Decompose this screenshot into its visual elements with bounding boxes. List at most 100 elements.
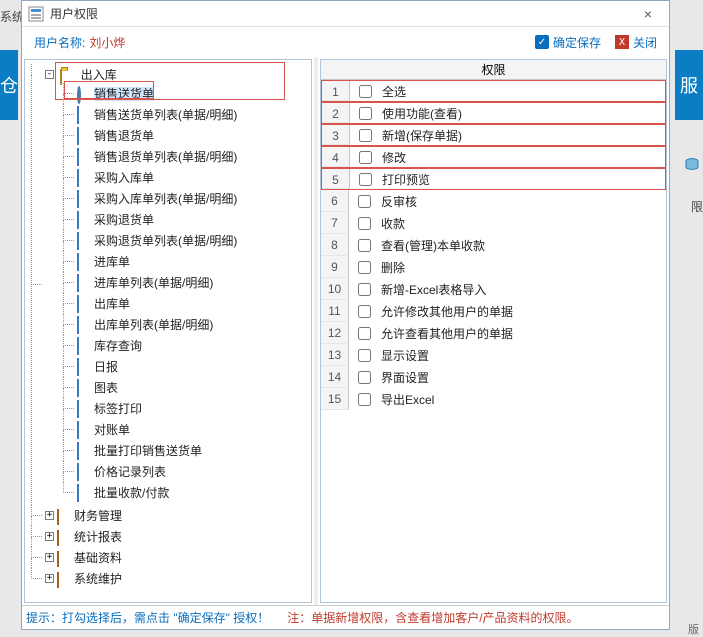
tree-item[interactable]: 采购入库单 xyxy=(63,167,311,188)
permission-checkbox[interactable] xyxy=(359,85,372,98)
tree-item[interactable]: 对账单 xyxy=(63,419,311,440)
tree-item[interactable]: 采购入库单列表(单据/明细) xyxy=(63,188,311,209)
tree-item[interactable]: 图表 xyxy=(63,377,311,398)
row-index: 7 xyxy=(321,212,349,234)
row-index: 9 xyxy=(321,256,349,278)
expand-toggle[interactable]: + xyxy=(45,532,54,541)
permission-row: 15导出Excel xyxy=(321,388,666,410)
tree-item[interactable]: 批量打印销售送货单 xyxy=(63,440,311,461)
document-icon xyxy=(77,337,79,355)
tree-module[interactable]: +财务管理 xyxy=(31,505,311,526)
permission-checkbox[interactable] xyxy=(358,239,371,252)
tree-item-label: 进库单列表(单据/明细) xyxy=(94,276,213,290)
document-icon xyxy=(77,169,79,187)
tree-item[interactable]: 出库单 xyxy=(63,293,311,314)
module-tree-panel[interactable]: - 出入库 销售送货单销售送货单列表(单据/明细)销售退货单销售退货单列表(单据… xyxy=(24,59,312,603)
row-index: 2 xyxy=(322,103,350,123)
tree-item-label: 标签打印 xyxy=(94,402,142,416)
tree-item-label: 采购退货单列表(单据/明细) xyxy=(94,234,237,248)
toolbar: 用户名称: 刘小烨 ✓ 确定保存 X 关闭 xyxy=(22,27,669,57)
permission-header: 权限 xyxy=(321,60,666,80)
bg-blue-right: 服 xyxy=(675,50,703,120)
tree-root[interactable]: - 出入库 销售送货单销售送货单列表(单据/明细)销售退货单销售退货单列表(单据… xyxy=(31,64,311,505)
permission-label: 修改 xyxy=(380,149,665,166)
user-name-value: 刘小烨 xyxy=(89,34,125,51)
row-index: 11 xyxy=(321,300,349,322)
tree-item[interactable]: 标签打印 xyxy=(63,398,311,419)
permission-panel: 权限 1全选2使用功能(查看)3新增(保存单据)4修改5打印预览6反审核7收款8… xyxy=(320,59,667,603)
app-icon xyxy=(28,6,44,22)
permission-checkbox[interactable] xyxy=(358,393,371,406)
permission-list: 1全选2使用功能(查看)3新增(保存单据)4修改5打印预览6反审核7收款8查看(… xyxy=(321,80,666,602)
permission-checkbox[interactable] xyxy=(359,129,372,142)
tree-item[interactable]: 销售送货单 xyxy=(63,83,311,104)
tree-item[interactable]: 库存查询 xyxy=(63,335,311,356)
tree-item[interactable]: 采购退货单列表(单据/明细) xyxy=(63,230,311,251)
permission-checkbox[interactable] xyxy=(358,349,371,362)
row-index: 10 xyxy=(321,278,349,300)
document-icon xyxy=(77,358,79,376)
document-icon xyxy=(77,421,79,439)
row-index: 14 xyxy=(321,366,349,388)
tree-item[interactable]: 价格记录列表 xyxy=(63,461,311,482)
tree-item[interactable]: 进库单 xyxy=(63,251,311,272)
tree-item-label: 基础资料 xyxy=(74,551,122,565)
permission-checkbox[interactable] xyxy=(358,261,371,274)
permission-label: 收款 xyxy=(379,215,666,232)
tree-item[interactable]: 销售退货单列表(单据/明细) xyxy=(63,146,311,167)
save-button[interactable]: ✓ 确定保存 xyxy=(533,33,601,51)
tree-item-label: 销售退货单列表(单据/明细) xyxy=(94,150,237,164)
tree-item-label: 销售退货单 xyxy=(94,129,154,143)
tree-module[interactable]: +统计报表 xyxy=(31,526,311,547)
save-icon: ✓ xyxy=(533,33,551,51)
tree-item[interactable]: 销售送货单列表(单据/明细) xyxy=(63,104,311,125)
expand-toggle[interactable]: + xyxy=(45,553,54,562)
expand-toggle[interactable]: + xyxy=(45,511,54,520)
document-icon xyxy=(77,148,79,166)
close-button[interactable]: X 关闭 xyxy=(613,33,657,51)
tree-item[interactable]: 批量收款/付款 xyxy=(63,482,311,503)
permission-label: 允许查看其他用户的单据 xyxy=(379,325,666,342)
row-index: 1 xyxy=(322,81,350,101)
permission-row: 13显示设置 xyxy=(321,344,666,366)
titlebar: 用户权限 × xyxy=(22,1,669,27)
permission-label: 全选 xyxy=(380,83,665,100)
permission-checkbox[interactable] xyxy=(358,283,371,296)
expand-toggle[interactable]: - xyxy=(45,70,54,79)
tree-item[interactable]: 出库单列表(单据/明细) xyxy=(63,314,311,335)
permission-checkbox[interactable] xyxy=(359,107,372,120)
permission-checkbox[interactable] xyxy=(358,305,371,318)
tree-module[interactable]: + 基础资料 xyxy=(31,547,311,568)
permission-row: 1 全选 xyxy=(321,80,666,102)
tree-item-label: 采购退货单 xyxy=(94,213,154,227)
document-icon xyxy=(77,295,79,313)
permission-checkbox[interactable] xyxy=(358,371,371,384)
tree-item[interactable]: 销售退货单 xyxy=(63,125,311,146)
permission-row: 12允许查看其他用户的单据 xyxy=(321,322,666,344)
permission-label: 使用功能(查看) xyxy=(380,105,665,122)
document-icon xyxy=(77,400,79,418)
tree-item-label: 库存查询 xyxy=(94,339,142,353)
permission-checkbox[interactable] xyxy=(358,195,371,208)
window-close-button[interactable]: × xyxy=(633,6,663,22)
permission-checkbox[interactable] xyxy=(359,151,372,164)
expand-toggle[interactable]: + xyxy=(45,574,54,583)
permission-checkbox[interactable] xyxy=(358,327,371,340)
tree-module[interactable]: +系统维护 xyxy=(31,568,311,589)
permission-label: 打印预览 xyxy=(380,171,665,188)
module-tree: - 出入库 销售送货单销售送货单列表(单据/明细)销售退货单销售退货单列表(单据… xyxy=(25,60,311,593)
permission-row: 11允许修改其他用户的单据 xyxy=(321,300,666,322)
permission-checkbox[interactable] xyxy=(358,217,371,230)
permission-label: 删除 xyxy=(379,259,666,276)
permission-label: 反审核 xyxy=(379,193,666,210)
user-permission-window: 用户权限 × 用户名称: 刘小烨 ✓ 确定保存 X 关闭 - 出入库 销售送货单… xyxy=(21,0,670,630)
splitter[interactable] xyxy=(314,57,318,605)
tree-item[interactable]: 进库单列表(单据/明细) xyxy=(63,272,311,293)
permission-checkbox[interactable] xyxy=(359,173,372,186)
tree-item[interactable]: 采购退货单 xyxy=(63,209,311,230)
document-icon xyxy=(77,106,79,124)
tree-item[interactable]: 日报 xyxy=(63,356,311,377)
tree-item-label: 销售送货单列表(单据/明细) xyxy=(94,108,237,122)
row-index: 3 xyxy=(322,125,350,145)
permission-label: 新增-Excel表格导入 xyxy=(379,281,666,298)
